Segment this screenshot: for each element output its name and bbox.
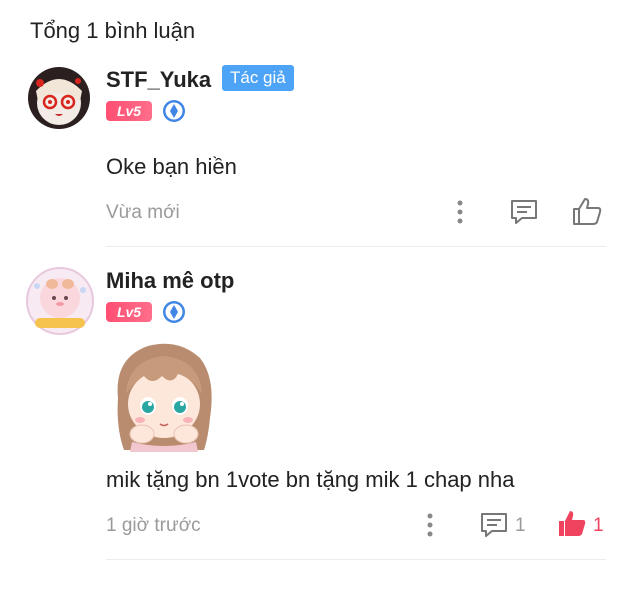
- medal-icon: [162, 99, 186, 123]
- level-badge: Lv5: [106, 302, 152, 322]
- more-vertical-icon[interactable]: [421, 512, 439, 543]
- comment-icon[interactable]: [509, 197, 539, 232]
- username[interactable]: STF_Yuka: [106, 67, 211, 93]
- level-badge: Lv5: [106, 101, 152, 121]
- divider: [106, 246, 606, 247]
- divider: [106, 559, 606, 560]
- comment-text: mik tặng bn 1vote bn tặng mik 1 chap nha: [106, 467, 515, 492]
- comment-icon[interactable]: [479, 510, 509, 545]
- comment-time: Vừa mới: [106, 202, 180, 223]
- avatar[interactable]: [25, 266, 95, 336]
- comment-time: 1 giờ trước: [106, 515, 201, 536]
- thumbs-up-icon[interactable]: [556, 508, 588, 543]
- comment-total: Tổng 1 bình luận: [30, 18, 196, 43]
- medal-icon: [162, 300, 186, 324]
- like-count: 1: [593, 515, 604, 536]
- sticker-image: [108, 338, 220, 457]
- author-badge: Tác giả: [222, 65, 294, 91]
- reply-count: 1: [515, 515, 526, 536]
- avatar[interactable]: [28, 67, 90, 129]
- comment-text: Oke bạn hiền: [106, 154, 237, 179]
- thumbs-up-icon[interactable]: [571, 196, 603, 231]
- username[interactable]: Miha mê otp: [106, 268, 234, 294]
- more-vertical-icon[interactable]: [451, 199, 469, 230]
